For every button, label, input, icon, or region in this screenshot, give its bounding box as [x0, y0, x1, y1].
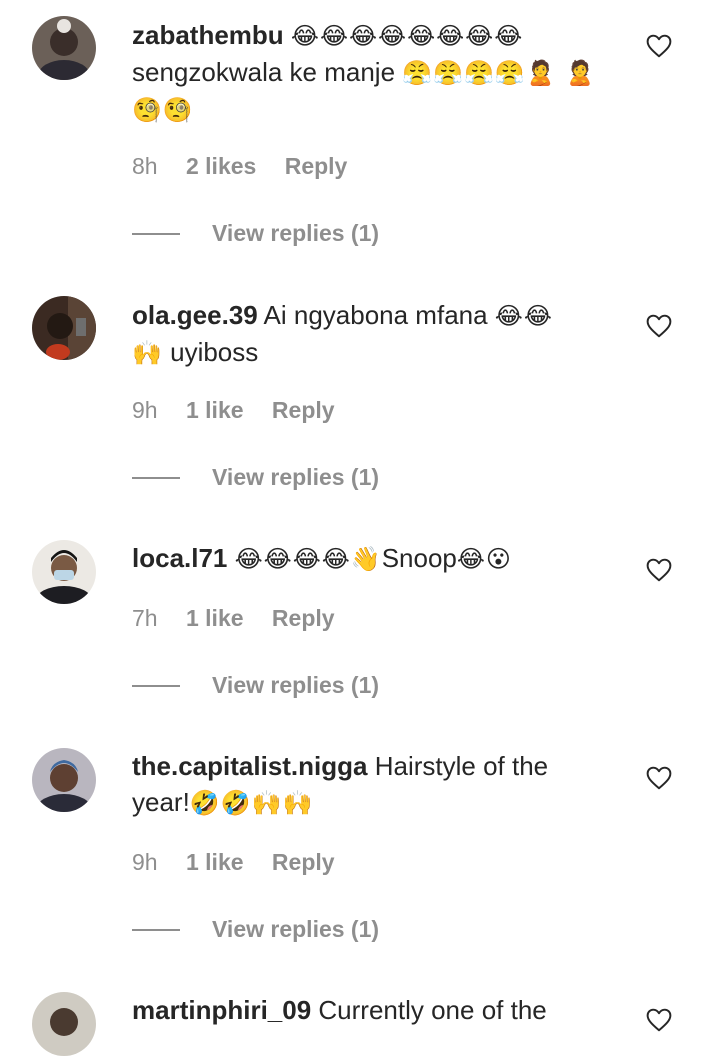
reply-button[interactable]: Reply — [285, 153, 348, 179]
like-heart-icon[interactable] — [646, 314, 674, 340]
like-heart-icon[interactable] — [646, 558, 674, 584]
avatar[interactable] — [32, 16, 96, 80]
like-heart-icon[interactable] — [646, 34, 674, 60]
comment-body: sengzokwala ke manje — [132, 57, 403, 87]
comment-likes[interactable]: 1 like — [186, 397, 244, 423]
view-replies-label: View replies (1) — [212, 916, 380, 942]
comment-username[interactable]: ola.gee.39 — [132, 300, 258, 330]
comment-emoji: 🤣🤣🙌🙌 — [189, 789, 314, 817]
view-replies-label: View replies (1) — [212, 220, 380, 246]
view-replies-button[interactable]: View replies (1) — [132, 672, 379, 699]
comment-text: martinphiri_09 Currently one of the — [132, 992, 602, 1028]
comment-emoji: 😂😂 — [494, 302, 553, 330]
comment-time: 9h — [132, 849, 158, 875]
comment-likes[interactable]: 1 like — [186, 849, 244, 875]
divider-line — [132, 232, 180, 235]
comment-likes[interactable]: 1 like — [186, 605, 244, 631]
comment-text: zabathembu 😂😂😂😂😂😂😂😂 sengzokwala ke manje… — [132, 17, 602, 128]
view-replies-button[interactable]: View replies (1) — [132, 916, 379, 943]
view-replies-button[interactable]: View replies (1) — [132, 464, 379, 491]
reply-button[interactable]: Reply — [272, 397, 335, 423]
divider-line — [132, 476, 180, 479]
comment-time: 7h — [132, 605, 158, 631]
comment-time: 9h — [132, 397, 158, 423]
view-replies-label: View replies (1) — [212, 672, 380, 698]
comment-text: the.capitalist.nigga Hairstyle of the ye… — [132, 748, 602, 821]
like-heart-icon[interactable] — [646, 1008, 674, 1034]
comment-body: Snoop — [381, 543, 457, 573]
reply-button[interactable]: Reply — [272, 849, 335, 875]
avatar[interactable] — [32, 296, 96, 360]
divider-line — [132, 684, 180, 687]
comment-username[interactable]: martinphiri_09 — [132, 995, 311, 1025]
comment-emoji: 😂😂😂😂👋 — [234, 545, 382, 573]
comment-emoji: 🙌 — [132, 339, 163, 367]
comment-emoji: 😂😂😂😂😂😂😂😂 — [290, 22, 524, 50]
comment-body: uyiboss — [162, 337, 259, 367]
divider-line — [132, 928, 180, 931]
comment-text: ola.gee.39 Ai ngyabona mfana 😂😂 🙌 uyibos… — [132, 297, 602, 371]
like-heart-icon[interactable] — [646, 766, 674, 792]
avatar[interactable] — [32, 748, 96, 812]
comment-username[interactable]: zabathembu — [132, 20, 284, 50]
comment-emoji: 😂😮 — [456, 545, 512, 573]
comment-text: loca.l71 😂😂😂😂👋Snoop😂😮 — [132, 540, 602, 577]
comment-body: Currently one of the — [311, 995, 547, 1025]
comment-time: 8h — [132, 153, 158, 179]
comment-username[interactable]: loca.l71 — [132, 543, 227, 573]
comment-username[interactable]: the.capitalist.nigga — [132, 751, 368, 781]
avatar[interactable] — [32, 540, 96, 604]
view-replies-label: View replies (1) — [212, 464, 380, 490]
reply-button[interactable]: Reply — [272, 605, 335, 631]
comment-body: Ai ngyabona mfana — [257, 300, 495, 330]
comment-likes[interactable]: 2 likes — [186, 153, 256, 179]
avatar[interactable] — [32, 992, 96, 1056]
view-replies-button[interactable]: View replies (1) — [132, 220, 379, 247]
